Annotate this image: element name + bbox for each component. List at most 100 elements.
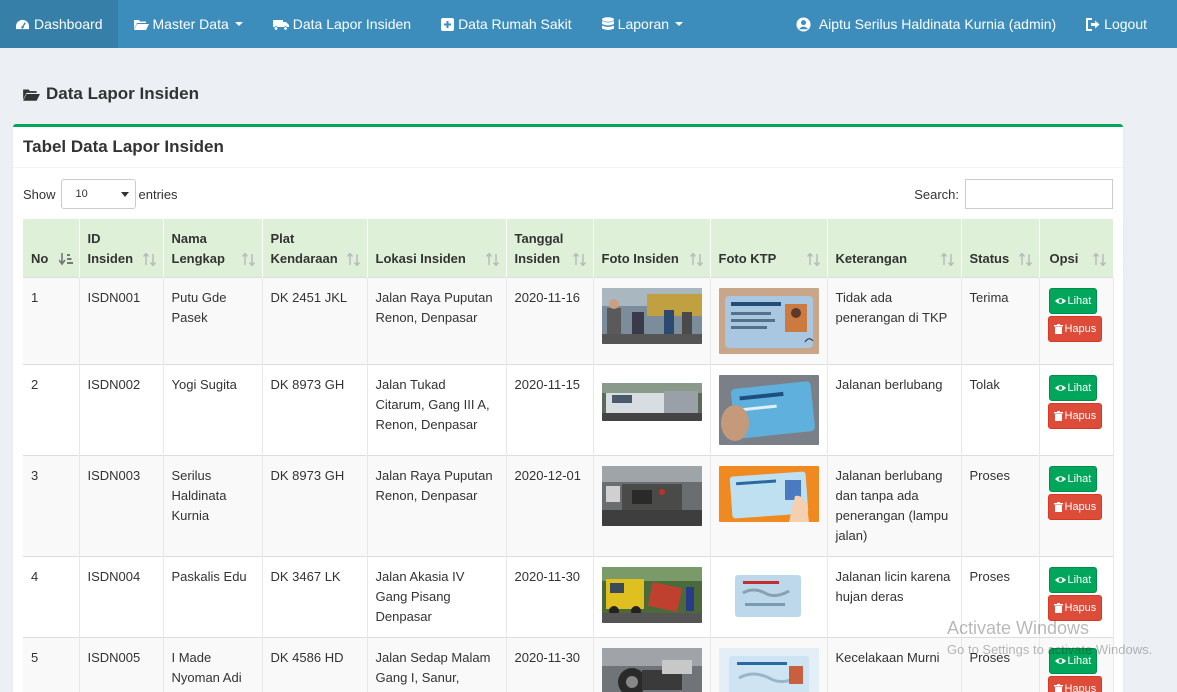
cell-tanggal: 2020-12-01 — [506, 454, 594, 556]
trash-icon — [1053, 602, 1063, 613]
sort-both-icon — [346, 252, 360, 266]
cell-foto-insiden — [593, 363, 711, 455]
activate-windows-subtext: Go to Settings to activate Windows. — [947, 642, 1153, 657]
sign-out-icon — [1086, 17, 1100, 31]
show-entries: Show 10 entries — [23, 179, 178, 209]
col-header-foto-ktp-label: Foto KTP — [718, 250, 777, 266]
hapus-button-label: Hapus — [1064, 322, 1097, 335]
hapus-button-label: Hapus — [1064, 601, 1097, 614]
cell-foto-insiden — [593, 454, 711, 556]
hapus-button[interactable]: Hapus — [1047, 675, 1103, 692]
col-header-keterangan-label: Keterangan — [835, 250, 908, 266]
box-title: Tabel Data Lapor Insiden — [13, 127, 1123, 168]
cell-foto-ktp — [710, 636, 828, 692]
cell-lokasi: Jalan Tukad Citarum, Gang III A, Renon, … — [367, 363, 507, 455]
lihat-button-label: Lihat — [1067, 294, 1092, 307]
cell-opsi: Lihat Hapus — [1039, 276, 1114, 364]
incident-photo[interactable] — [601, 382, 702, 421]
incident-photo[interactable] — [601, 287, 702, 344]
nav-data-rumah-sakit-label: Data Rumah Sakit — [458, 16, 572, 32]
sort-both-icon — [485, 252, 499, 266]
lihat-button[interactable]: Lihat — [1048, 287, 1098, 314]
ktp-photo[interactable] — [718, 647, 819, 692]
nav-logout-label: Logout — [1104, 16, 1147, 32]
ktp-photo[interactable] — [718, 374, 819, 445]
cell-lokasi: Jalan Akasia IV Gang Pisang Denpasar — [367, 555, 507, 637]
col-header-keterangan[interactable]: Keterangan — [827, 219, 962, 277]
col-header-foto-insiden[interactable]: Foto Insiden — [593, 219, 711, 277]
nav-user-label: Aiptu Serilus Haldinata Kurnia (admin) — [818, 16, 1057, 32]
col-header-no[interactable]: No — [23, 219, 80, 277]
activate-windows-watermark: Activate Windows — [947, 618, 1090, 638]
cell-keterangan: Jalanan berlubang dan tanpa ada penerang… — [827, 454, 962, 556]
lihat-button[interactable]: Lihat — [1048, 566, 1098, 593]
cell-lokasi: Jalan Raya Puputan Renon, Denpasar — [367, 454, 507, 556]
lihat-button[interactable]: Lihat — [1048, 374, 1098, 401]
nav-master-data-label: Master Data — [152, 16, 229, 32]
ktp-photo[interactable] — [718, 566, 819, 623]
folder-open-icon — [133, 19, 149, 30]
plus-square-icon — [441, 17, 455, 31]
cell-lokasi: Jalan Sedap Malam Gang I, Sanur, Denpasa… — [367, 636, 507, 692]
data-box: Tabel Data Lapor Insiden Show 10 entries… — [13, 124, 1123, 692]
nav-laporan-label: Laporan — [617, 16, 670, 32]
col-header-opsi[interactable]: Opsi — [1039, 219, 1114, 277]
col-header-foto-ktp[interactable]: Foto KTP — [710, 219, 828, 277]
lihat-button[interactable]: Lihat — [1048, 465, 1098, 492]
hapus-button-label: Hapus — [1064, 409, 1097, 422]
chevron-down-icon — [675, 22, 684, 26]
nav-master-data[interactable]: Master Data — [118, 0, 258, 48]
ktp-photo[interactable] — [718, 465, 819, 522]
cell-plat: DK 8973 GH — [262, 363, 368, 455]
cell-keterangan: Tidak ada penerangan di TKP — [827, 276, 962, 364]
nav-dashboard[interactable]: Dashboard — [0, 0, 118, 48]
ktp-photo[interactable] — [718, 287, 819, 354]
cell-id: ISDN005 — [79, 636, 164, 692]
sort-both-icon — [806, 252, 820, 266]
nav-logout[interactable]: Logout — [1071, 0, 1177, 48]
cell-keterangan: Jalanan berlubang — [827, 363, 962, 455]
table-header-row: No ID Insiden Nama Lengkap Plat Kendaraan L… — [23, 219, 1114, 277]
cell-keterangan: Kecelakaan Murni — [827, 636, 962, 692]
hapus-button[interactable]: Hapus — [1047, 594, 1103, 621]
incident-photo[interactable] — [601, 566, 702, 623]
col-header-lokasi[interactable]: Lokasi Insiden — [367, 219, 507, 277]
entries-label: entries — [138, 186, 178, 202]
cell-foto-insiden — [593, 555, 711, 637]
col-header-plat-line2: Kendaraan — [270, 250, 338, 266]
cell-plat: DK 8973 GH — [262, 454, 368, 556]
eye-icon — [1054, 384, 1066, 391]
nav-data-lapor-insiden[interactable]: Data Lapor Insiden — [258, 0, 426, 48]
incident-photo[interactable] — [601, 647, 702, 692]
entries-select[interactable]: 10 — [60, 179, 136, 209]
hapus-button[interactable]: Hapus — [1047, 315, 1103, 342]
col-header-tanggal[interactable]: Tanggal Insiden — [506, 219, 594, 277]
sort-both-icon — [142, 252, 156, 266]
nav-user-menu[interactable]: Aiptu Serilus Haldinata Kurnia (admin) — [781, 0, 1071, 48]
entries-select-value: 10 — [75, 188, 88, 200]
cell-foto-ktp — [710, 276, 828, 364]
col-header-plat[interactable]: Plat Kendaraan — [262, 219, 368, 277]
nav-dashboard-label: Dashboard — [34, 16, 103, 32]
col-header-status[interactable]: Status — [961, 219, 1040, 277]
col-header-foto-insiden-label: Foto Insiden — [601, 250, 679, 266]
col-header-id[interactable]: ID Insiden — [79, 219, 164, 277]
incident-photo[interactable] — [601, 465, 702, 526]
col-header-nama[interactable]: Nama Lengkap — [163, 219, 263, 277]
eye-icon — [1054, 657, 1066, 664]
cell-plat: DK 2451 JKL — [262, 276, 368, 364]
col-header-nama-line1: Nama — [171, 230, 207, 246]
trash-icon — [1053, 501, 1063, 512]
cell-foto-ktp — [710, 454, 828, 556]
nav-data-rumah-sakit[interactable]: Data Rumah Sakit — [426, 0, 587, 48]
hapus-button[interactable]: Hapus — [1047, 402, 1103, 429]
nav-laporan[interactable]: Laporan — [587, 0, 698, 48]
hapus-button[interactable]: Hapus — [1047, 493, 1103, 520]
page-title: Data Lapor Insiden — [22, 84, 199, 104]
top-navbar: Dashboard Master Data Data Lapor Insiden… — [0, 0, 1177, 48]
sort-both-icon — [689, 252, 703, 266]
eye-icon — [1054, 297, 1066, 304]
hapus-button-label: Hapus — [1064, 682, 1097, 692]
search-input[interactable] — [965, 179, 1113, 209]
col-header-id-line1: ID — [87, 230, 101, 246]
